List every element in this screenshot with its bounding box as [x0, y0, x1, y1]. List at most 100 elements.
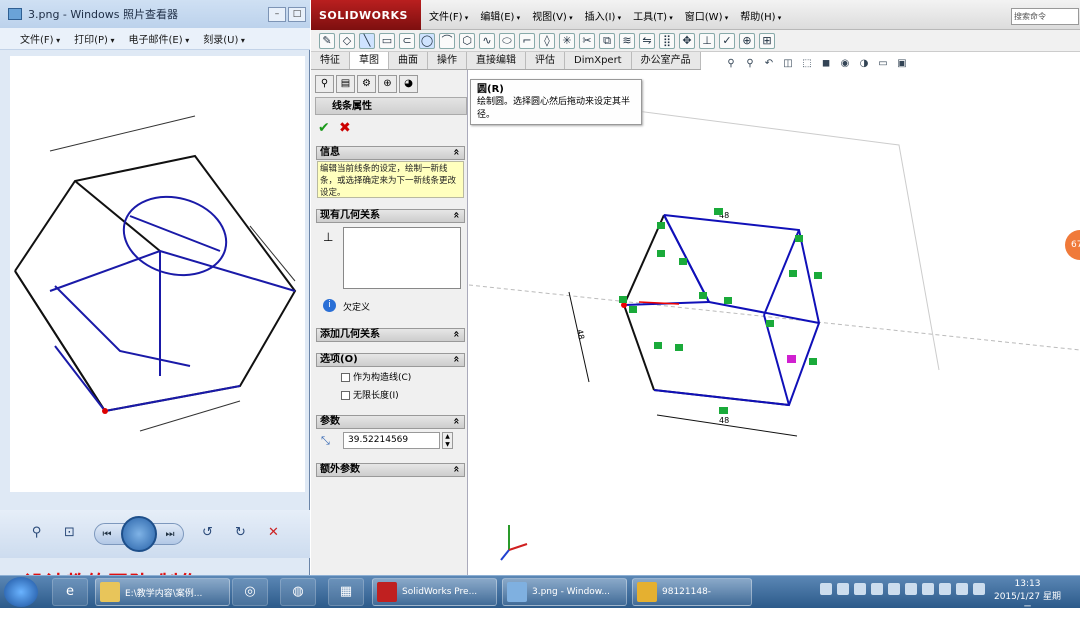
view-orientation-icon[interactable]: ⬚ [800, 58, 814, 71]
fillet-icon[interactable]: ⌐ [519, 32, 535, 49]
sw-menu-help[interactable]: 帮助(H) [740, 8, 781, 23]
dimxpert-icon[interactable]: ⊕ [378, 75, 397, 93]
tray-icon[interactable] [837, 583, 849, 595]
section-view-icon[interactable]: ◫ [781, 58, 795, 71]
tab-sketch[interactable]: 草图 [350, 52, 389, 69]
relations-icon[interactable]: ⊥ [699, 32, 715, 49]
tray-icon[interactable] [922, 583, 934, 595]
length-input[interactable]: 39.52214569 [343, 432, 440, 449]
slideshow-button[interactable] [120, 516, 157, 552]
dimension-label-vertical[interactable]: 48 [575, 329, 586, 341]
line-icon[interactable]: ╲ [359, 32, 375, 49]
menu-email[interactable]: 电子邮件(E) [129, 31, 190, 46]
spin-button[interactable]: ▲ ▼ [442, 432, 453, 449]
sw-menu-tools[interactable]: 工具(T) [633, 8, 673, 23]
tab-office-products[interactable]: 办公室产品 [632, 52, 701, 69]
task-photo-viewer[interactable]: 3.png - Window... [502, 578, 627, 606]
clock[interactable]: 13:13 2015/1/27 星期二 [990, 578, 1065, 617]
construction-option[interactable]: 作为构造线(C) [341, 370, 411, 383]
repair-icon[interactable]: ✓ [719, 32, 735, 49]
convert-icon[interactable]: ⧉ [599, 32, 615, 49]
scene-icon[interactable]: ▭ [876, 58, 890, 71]
smart-dimension-icon[interactable]: ◇ [339, 32, 355, 49]
section-extra-parameters[interactable]: 额外参数 [316, 463, 465, 477]
tab-dimxpert[interactable]: DimXpert [565, 52, 632, 69]
task-solidworks[interactable]: SolidWorks Pre... [372, 578, 497, 606]
spline-icon[interactable]: ∿ [479, 32, 495, 49]
mirror-icon[interactable]: ⇋ [639, 32, 655, 49]
rectangle-icon[interactable]: ▭ [379, 32, 395, 49]
ellipse-icon[interactable]: ⬭ [499, 32, 515, 49]
sw-menu-insert[interactable]: 插入(I) [585, 8, 622, 23]
maximize-button[interactable]: □ [288, 7, 306, 22]
zoom-icon[interactable]: ⚲ [28, 525, 46, 543]
view-settings-icon[interactable]: ▣ [895, 58, 909, 71]
edit-appearance-icon[interactable]: ◑ [857, 58, 871, 71]
tab-evaluate[interactable]: 评估 [526, 52, 565, 69]
tab-direct-edit[interactable]: 直接编辑 [467, 52, 526, 69]
search-commands-input[interactable]: 搜索命令 [1011, 8, 1079, 25]
section-options[interactable]: 选项(O) [316, 353, 465, 367]
section-info[interactable]: 信息 [316, 146, 465, 160]
tray-icon[interactable] [939, 583, 951, 595]
tray-icon[interactable] [956, 583, 968, 595]
zoom-to-fit-icon[interactable]: ⚲ [724, 58, 738, 71]
menu-file[interactable]: 文件(F) [20, 31, 60, 46]
tab-operations[interactable]: 操作 [428, 52, 467, 69]
graphics-area[interactable]: 48 48 48 [468, 70, 1080, 575]
sw-menu-window[interactable]: 窗口(W) [685, 8, 728, 23]
hide-show-icon[interactable]: ◉ [838, 58, 852, 71]
sw-menu-view[interactable]: 视图(V) [532, 8, 572, 23]
start-button[interactable] [4, 577, 38, 607]
actual-size-icon[interactable]: ⊡ [61, 525, 79, 543]
offset-icon[interactable]: ≋ [619, 32, 635, 49]
ie-icon[interactable]: e [52, 578, 88, 606]
menu-print[interactable]: 打印(P) [74, 31, 114, 46]
previous-view-icon[interactable]: ↶ [762, 58, 776, 71]
sketch-icon[interactable]: ✎ [319, 32, 335, 49]
tray-icon[interactable] [973, 583, 985, 595]
sketch-canvas[interactable]: 48 48 48 [468, 70, 1080, 575]
quick-snaps-icon[interactable]: ⊕ [739, 32, 755, 49]
move-icon[interactable]: ✥ [679, 32, 695, 49]
instant2d-icon[interactable]: ⊞ [759, 32, 775, 49]
property-manager-icon[interactable]: ▤ [336, 75, 355, 93]
display-style-icon[interactable]: ◼ [819, 58, 833, 71]
previous-icon[interactable]: ⏮ [103, 529, 112, 540]
minimize-button[interactable]: – [268, 7, 286, 22]
slot-icon[interactable]: ⊂ [399, 32, 415, 49]
tray-icon[interactable] [888, 583, 900, 595]
browser-icon[interactable]: ◍ [280, 578, 316, 606]
tab-features[interactable]: 特征 [311, 52, 350, 69]
media-icon[interactable]: ▦ [328, 578, 364, 606]
rotate-left-icon[interactable]: ↺ [199, 525, 217, 543]
menu-burn[interactable]: 刻录(U) [203, 31, 245, 46]
section-add-relations[interactable]: 添加几何关系 [316, 328, 465, 342]
infinite-length-option[interactable]: 无限长度(I) [341, 388, 399, 401]
display-manager-icon[interactable]: ◕ [399, 75, 418, 93]
sw-menu-edit[interactable]: 编辑(E) [480, 8, 520, 23]
tab-surfaces[interactable]: 曲面 [389, 52, 428, 69]
360-icon[interactable]: ◎ [232, 578, 268, 606]
tray-icon[interactable] [854, 583, 866, 595]
point-icon[interactable]: ✳ [559, 32, 575, 49]
dimension-label-bottom[interactable]: 48 [719, 416, 729, 425]
circle-icon[interactable]: ◯ [419, 32, 435, 49]
trim-icon[interactable]: ✂ [579, 32, 595, 49]
section-existing-relations[interactable]: 现有几何关系 [316, 209, 465, 223]
task-explorer[interactable]: E:\教学内容\案例... [95, 578, 230, 606]
cancel-x-icon[interactable]: ✖ [339, 120, 351, 136]
ok-check-icon[interactable]: ✔ [318, 120, 330, 136]
feature-tree-icon[interactable]: ⚲ [315, 75, 334, 93]
relations-list[interactable] [343, 227, 461, 289]
rotate-right-icon[interactable]: ↻ [232, 525, 250, 543]
delete-icon[interactable]: ✕ [265, 525, 283, 543]
next-icon[interactable]: ⏭ [166, 529, 175, 540]
tray-icon[interactable] [905, 583, 917, 595]
configuration-icon[interactable]: ⚙ [357, 75, 376, 93]
task-chat[interactable]: 98121148- [632, 578, 752, 606]
polygon-icon[interactable]: ⬡ [459, 32, 475, 49]
infinite-length-checkbox[interactable] [341, 391, 350, 400]
arc-icon[interactable]: ⌒ [439, 32, 455, 49]
plane-icon[interactable]: ◊ [539, 32, 555, 49]
